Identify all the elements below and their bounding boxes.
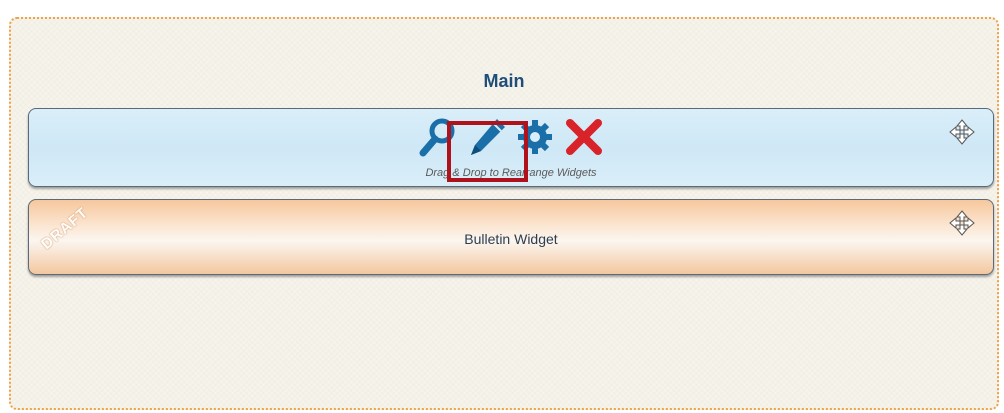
close-x-icon xyxy=(565,119,602,155)
move-arrows-icon[interactable] xyxy=(949,210,975,236)
zone-title: Main xyxy=(483,71,525,91)
bulletin-widget[interactable]: DRAFT Bulletin Widget xyxy=(28,199,994,275)
delete-button[interactable] xyxy=(564,115,604,159)
edit-button-highlight xyxy=(447,121,528,182)
bulletin-widget-label: Bulletin Widget xyxy=(464,231,558,247)
move-arrows-icon[interactable] xyxy=(949,119,975,145)
